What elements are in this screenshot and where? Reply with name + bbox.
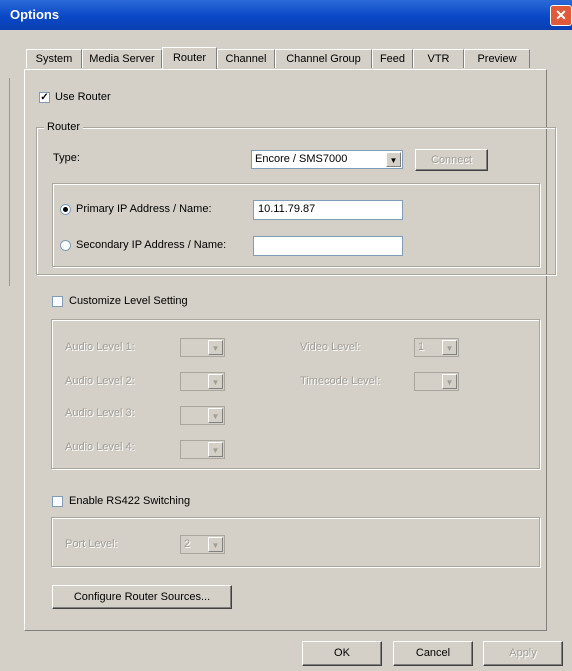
customize-level-label: Customize Level Setting bbox=[69, 295, 188, 307]
window-title: Options bbox=[10, 7, 60, 22]
type-label: Type: bbox=[53, 152, 80, 164]
left-divider bbox=[9, 78, 10, 286]
tab-feed[interactable]: Feed bbox=[372, 49, 413, 68]
secondary-ip-input[interactable] bbox=[253, 236, 403, 256]
tab-preview[interactable]: Preview bbox=[464, 49, 530, 68]
configure-router-sources-button[interactable]: Configure Router Sources... bbox=[52, 585, 232, 609]
chevron-down-icon: ▼ bbox=[208, 374, 223, 389]
router-type-value: Encore / SMS7000 bbox=[255, 153, 348, 165]
port-level-value: 2 bbox=[184, 538, 191, 550]
secondary-ip-radio[interactable] bbox=[60, 240, 71, 251]
video-level-value: 1 bbox=[418, 341, 425, 353]
close-button[interactable]: ✕ bbox=[550, 5, 572, 26]
enable-rs422-checkbox[interactable] bbox=[52, 496, 63, 507]
audio-level-2-label: Audio Level 2: bbox=[65, 375, 135, 387]
tab-channel[interactable]: Channel bbox=[217, 49, 275, 68]
title-bar: Options ✕ bbox=[0, 0, 572, 30]
port-level-select[interactable]: 2 ▼ bbox=[180, 535, 225, 554]
tab-router[interactable]: Router bbox=[162, 47, 217, 69]
primary-ip-input[interactable]: 10.11.79.87 bbox=[253, 200, 403, 220]
audio-level-4-select[interactable]: ▼ bbox=[180, 440, 225, 459]
timecode-level-select[interactable]: ▼ bbox=[414, 372, 459, 391]
timecode-level-label: Timecode Level: bbox=[300, 375, 381, 387]
tab-media-server[interactable]: Media Server bbox=[82, 49, 162, 68]
tab-system[interactable]: System bbox=[26, 49, 82, 68]
chevron-down-icon: ▼ bbox=[442, 340, 457, 355]
options-dialog: Options ✕ System Media Server Router Cha… bbox=[0, 0, 572, 671]
chevron-down-icon: ▼ bbox=[208, 442, 223, 457]
rs422-group bbox=[51, 517, 540, 567]
primary-ip-radio[interactable] bbox=[60, 204, 71, 215]
use-router-checkbox[interactable]: ✓ bbox=[39, 92, 50, 103]
chevron-down-icon: ▼ bbox=[208, 408, 223, 423]
router-group-legend: Router bbox=[44, 121, 84, 133]
chevron-down-icon: ▼ bbox=[442, 374, 457, 389]
port-level-label: Port Level: bbox=[65, 538, 118, 550]
audio-level-3-select[interactable]: ▼ bbox=[180, 406, 225, 425]
connect-button[interactable]: Connect bbox=[415, 149, 488, 171]
customize-level-checkbox[interactable] bbox=[52, 296, 63, 307]
chevron-down-icon: ▼ bbox=[386, 152, 401, 167]
cancel-button[interactable]: Cancel bbox=[393, 641, 473, 666]
use-router-label: Use Router bbox=[55, 91, 111, 103]
audio-level-1-label: Audio Level 1: bbox=[65, 341, 135, 353]
audio-level-1-select[interactable]: ▼ bbox=[180, 338, 225, 357]
secondary-ip-label: Secondary IP Address / Name: bbox=[76, 239, 227, 251]
ok-button[interactable]: OK bbox=[302, 641, 382, 666]
tab-vtr[interactable]: VTR bbox=[413, 49, 464, 68]
tab-channel-group[interactable]: Channel Group bbox=[275, 49, 372, 68]
audio-level-4-label: Audio Level 4: bbox=[65, 441, 135, 453]
enable-rs422-label: Enable RS422 Switching bbox=[69, 495, 191, 507]
audio-level-2-select[interactable]: ▼ bbox=[180, 372, 225, 391]
video-level-label: Video Level: bbox=[300, 341, 361, 353]
chevron-down-icon: ▼ bbox=[208, 537, 223, 552]
video-level-select[interactable]: 1 ▼ bbox=[414, 338, 459, 357]
router-type-select[interactable]: Encore / SMS7000 ▼ bbox=[251, 150, 403, 169]
chevron-down-icon: ▼ bbox=[208, 340, 223, 355]
primary-ip-label: Primary IP Address / Name: bbox=[76, 203, 212, 215]
audio-level-3-label: Audio Level 3: bbox=[65, 407, 135, 419]
apply-button[interactable]: Apply bbox=[483, 641, 563, 666]
